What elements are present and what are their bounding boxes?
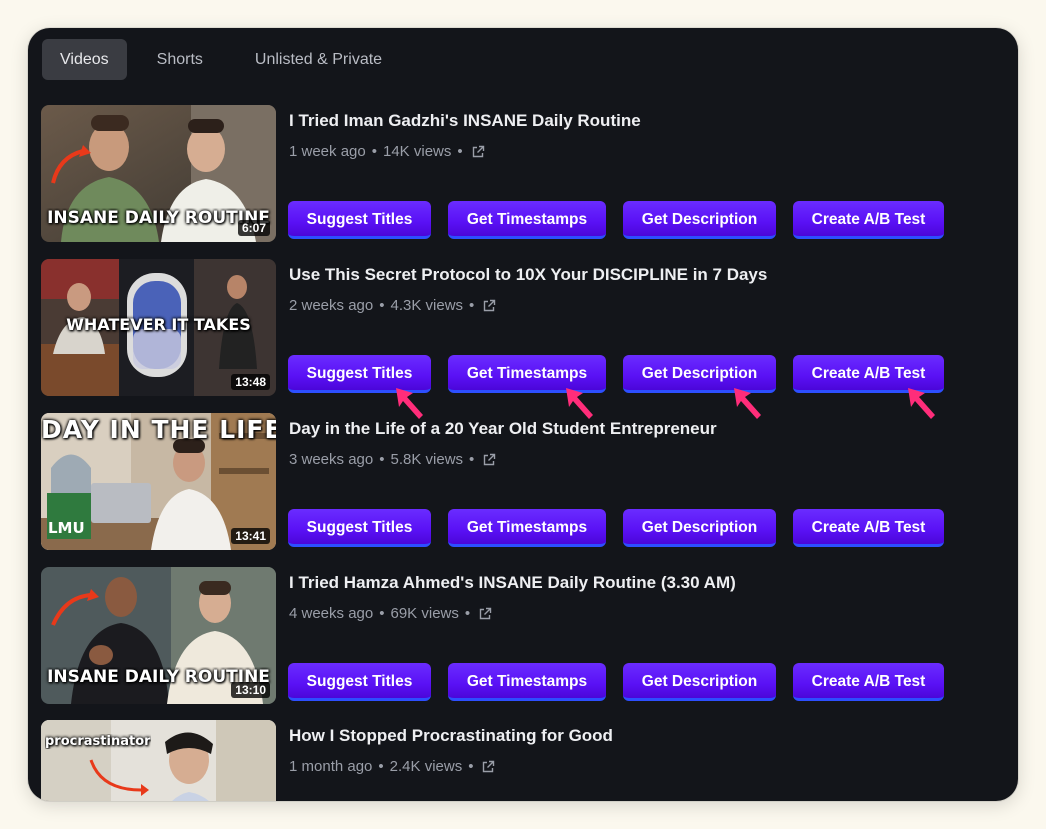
video-meta: 2 weeks ago • 4.3K views • bbox=[289, 297, 496, 314]
get-description-button[interactable]: Get Description bbox=[623, 663, 776, 701]
suggest-titles-button[interactable]: Suggest Titles bbox=[288, 509, 431, 547]
get-description-button[interactable]: Get Description bbox=[623, 201, 776, 239]
video-list-panel: Videos Shorts Unlisted & Private INSANE … bbox=[28, 28, 1018, 801]
video-age: 3 weeks ago bbox=[289, 451, 374, 468]
video-age: 2 weeks ago bbox=[289, 297, 374, 314]
video-thumbnail[interactable]: DAY IN THE LIFE LMU 13:41 bbox=[41, 413, 276, 550]
video-thumbnail[interactable]: INSANE DAILY ROUTINE 6:07 bbox=[41, 105, 276, 242]
external-link-icon[interactable] bbox=[482, 453, 496, 467]
thumbnail-caption: DAY IN THE LIFE bbox=[41, 415, 276, 444]
university-logo: LMU bbox=[48, 519, 85, 537]
meta-separator: • bbox=[378, 758, 384, 775]
pointer-arrow-icon bbox=[396, 388, 423, 419]
pointer-arrow-icon bbox=[566, 388, 593, 419]
video-row: INSANE DAILY ROUTINE 6:07 I Tried Iman G… bbox=[41, 105, 1001, 242]
get-description-button[interactable]: Get Description bbox=[623, 509, 776, 547]
video-thumbnail[interactable]: WHATEVER IT TAKES 13:48 bbox=[41, 259, 276, 396]
meta-separator: • bbox=[469, 297, 475, 314]
get-timestamps-button[interactable]: Get Timestamps bbox=[448, 201, 606, 239]
action-buttons: Suggest Titles Get Timestamps Get Descri… bbox=[288, 509, 961, 547]
create-ab-test-button[interactable]: Create A/B Test bbox=[793, 201, 944, 239]
video-title[interactable]: I Tried Hamza Ahmed's INSANE Daily Routi… bbox=[289, 573, 736, 593]
external-link-icon[interactable] bbox=[478, 607, 492, 621]
duration-badge: 13:10 bbox=[231, 682, 270, 698]
video-views: 69K views bbox=[390, 605, 459, 622]
pointer-arrow-icon bbox=[734, 388, 761, 419]
action-buttons: Suggest Titles Get Timestamps Get Descri… bbox=[288, 663, 961, 701]
video-thumbnail[interactable]: INSANE DAILY ROUTINE 13:10 bbox=[41, 567, 276, 704]
video-age: 1 month ago bbox=[289, 758, 373, 775]
video-age: 4 weeks ago bbox=[289, 605, 374, 622]
video-meta: 3 weeks ago • 5.8K views • bbox=[289, 451, 496, 468]
meta-separator: • bbox=[379, 451, 385, 468]
create-ab-test-button[interactable]: Create A/B Test bbox=[793, 663, 944, 701]
video-title[interactable]: Use This Secret Protocol to 10X Your DIS… bbox=[289, 265, 767, 285]
meta-separator: • bbox=[464, 605, 471, 622]
video-row: WHATEVER IT TAKES 13:48 Use This Secret … bbox=[41, 259, 1001, 396]
meta-separator: • bbox=[379, 605, 385, 622]
get-timestamps-button[interactable]: Get Timestamps bbox=[448, 509, 606, 547]
video-title[interactable]: How I Stopped Procrastinating for Good bbox=[289, 726, 613, 746]
suggest-titles-button[interactable]: Suggest Titles bbox=[288, 201, 431, 239]
video-age: 1 week ago bbox=[289, 143, 366, 160]
external-link-icon[interactable] bbox=[481, 760, 495, 774]
action-buttons: Suggest Titles Get Timestamps Get Descri… bbox=[288, 201, 961, 239]
external-link-icon[interactable] bbox=[471, 145, 485, 159]
thumbnail-caption: procrastinator bbox=[45, 734, 151, 749]
video-meta: 1 week ago • 14K views • bbox=[289, 143, 485, 160]
tab-unlisted-private[interactable]: Unlisted & Private bbox=[233, 39, 404, 80]
tab-videos[interactable]: Videos bbox=[42, 39, 127, 80]
suggest-titles-button[interactable]: Suggest Titles bbox=[288, 663, 431, 701]
tab-bar: Videos Shorts Unlisted & Private bbox=[42, 39, 412, 80]
video-row: INSANE DAILY ROUTINE 13:10 I Tried Hamza… bbox=[41, 567, 1001, 704]
meta-separator: • bbox=[457, 143, 463, 160]
video-views: 4.3K views bbox=[390, 297, 464, 314]
meta-separator: • bbox=[371, 143, 377, 160]
video-meta: 1 month ago • 2.4K views • bbox=[289, 758, 495, 775]
duration-badge: 13:48 bbox=[231, 374, 270, 390]
pointer-arrow-icon bbox=[908, 388, 935, 419]
get-timestamps-button[interactable]: Get Timestamps bbox=[448, 663, 606, 701]
video-views: 5.8K views bbox=[390, 451, 464, 468]
thumbnail-art bbox=[41, 720, 276, 801]
meta-separator: • bbox=[469, 451, 475, 468]
action-buttons: Suggest Titles Get Timestamps Get Descri… bbox=[288, 355, 961, 393]
video-meta: 4 weeks ago • 69K views • bbox=[289, 605, 492, 622]
video-views: 14K views bbox=[383, 143, 452, 160]
tab-shorts[interactable]: Shorts bbox=[135, 39, 225, 80]
thumbnail-caption: WHATEVER IT TAKES bbox=[66, 315, 251, 334]
video-thumbnail[interactable]: procrastinator bbox=[41, 720, 276, 801]
video-title[interactable]: Day in the Life of a 20 Year Old Student… bbox=[289, 419, 717, 439]
meta-separator: • bbox=[379, 297, 385, 314]
video-row: procrastinator How I Stopped Procrastina… bbox=[41, 720, 1001, 801]
duration-badge: 6:07 bbox=[237, 220, 270, 236]
duration-badge: 13:41 bbox=[231, 528, 270, 544]
create-ab-test-button[interactable]: Create A/B Test bbox=[793, 509, 944, 547]
meta-separator: • bbox=[468, 758, 474, 775]
video-views: 2.4K views bbox=[389, 758, 463, 775]
video-row: DAY IN THE LIFE LMU 13:41 Day in the Lif… bbox=[41, 413, 1001, 550]
video-title[interactable]: I Tried Iman Gadzhi's INSANE Daily Routi… bbox=[289, 111, 641, 131]
external-link-icon[interactable] bbox=[482, 299, 496, 313]
